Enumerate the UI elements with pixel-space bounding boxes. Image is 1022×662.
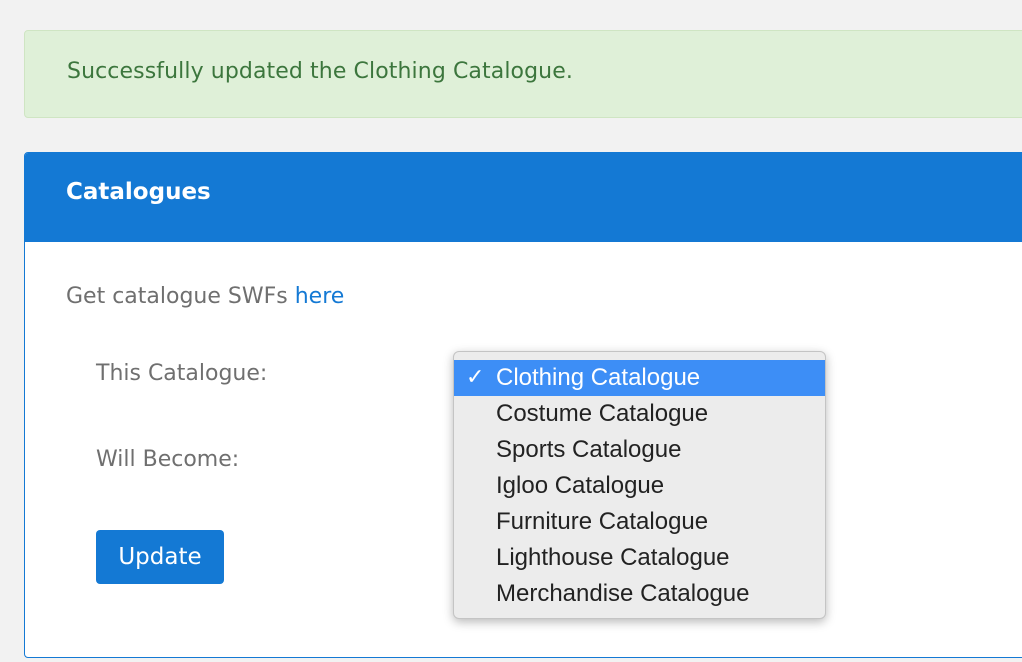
dropdown-option[interactable]: Costume Catalogue <box>454 396 825 432</box>
swf-intro-text: Get catalogue SWFs <box>66 284 295 309</box>
dropdown-option[interactable]: ✓ Clothing Catalogue <box>454 360 825 396</box>
update-button[interactable]: Update <box>96 530 224 584</box>
dropdown-option[interactable]: Lighthouse Catalogue <box>454 540 825 576</box>
will-become-label: Will Become: <box>96 447 240 472</box>
dropdown-option[interactable]: Sports Catalogue <box>454 432 825 468</box>
swf-here-link[interactable]: here <box>295 284 345 309</box>
panel-title: Catalogues <box>66 179 211 205</box>
dropdown-option-label: Sports Catalogue <box>496 436 682 463</box>
success-message: Successfully updated the Clothing Catalo… <box>67 59 573 84</box>
catalogue-select-dropdown[interactable]: ✓ Clothing Catalogue Costume Catalogue S… <box>453 351 826 619</box>
dropdown-option[interactable]: Furniture Catalogue <box>454 504 825 540</box>
success-alert: Successfully updated the Clothing Catalo… <box>24 30 1022 118</box>
panel-heading: Catalogues <box>25 153 1022 242</box>
dropdown-option-label: Furniture Catalogue <box>496 508 709 535</box>
dropdown-option-label: Lighthouse Catalogue <box>496 544 730 571</box>
dropdown-option-label: Clothing Catalogue <box>496 364 701 391</box>
checkmark-icon: ✓ <box>466 365 485 390</box>
dropdown-option[interactable]: Igloo Catalogue <box>454 468 825 504</box>
swf-intro: Get catalogue SWFs here <box>66 284 344 309</box>
this-catalogue-label: This Catalogue: <box>96 361 268 386</box>
dropdown-option[interactable]: Merchandise Catalogue <box>454 576 825 612</box>
dropdown-option-label: Igloo Catalogue <box>496 472 665 499</box>
dropdown-option-label: Costume Catalogue <box>496 400 709 427</box>
dropdown-option-label: Merchandise Catalogue <box>496 580 750 607</box>
